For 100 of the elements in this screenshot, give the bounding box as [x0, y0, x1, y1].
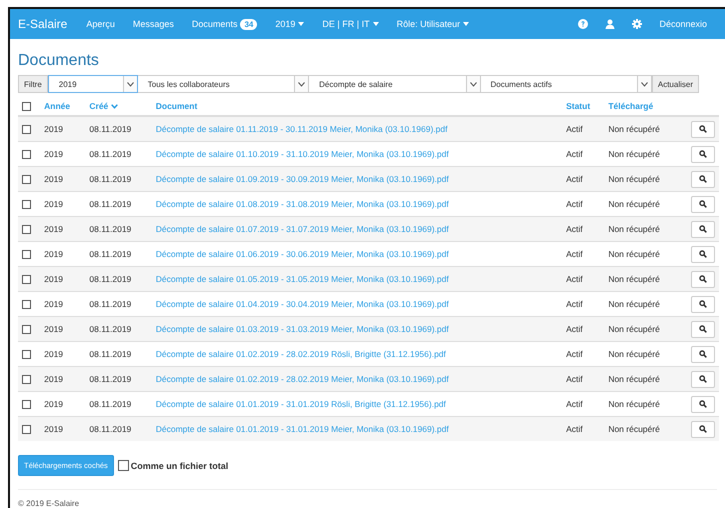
search-icon: [699, 400, 707, 408]
row-checkbox[interactable]: [22, 400, 31, 410]
row-checkbox[interactable]: [22, 150, 31, 160]
preview-button[interactable]: [691, 120, 715, 138]
document-link[interactable]: Décompte de salaire 01.10.2019 - 31.10.2019 Meier, Monika (03.10.1969).pdf: [156, 149, 449, 159]
table-cell: 2019: [44, 399, 64, 409]
column-header[interactable]: Statut: [566, 101, 590, 111]
brand-link[interactable]: E-Salaire: [18, 17, 68, 31]
nav-link[interactable]: Documents: [192, 19, 238, 29]
table-cell: 2019: [44, 199, 64, 209]
row-checkbox[interactable]: [22, 175, 31, 184]
document-link[interactable]: Décompte de salaire 01.04.2019 - 30.04.2019 Meier, Monika (03.10.1969).pdf: [156, 299, 449, 309]
filter-select[interactable]: 2019: [48, 75, 138, 93]
count-badge: 34: [240, 18, 258, 30]
table-cell: Actif: [566, 174, 583, 184]
user-icon[interactable]: [605, 19, 616, 29]
table-cell: 2019: [44, 349, 64, 359]
column-header[interactable]: Créé: [89, 101, 108, 111]
nav-dropdown[interactable]: 2019: [275, 19, 296, 29]
table-cell: Actif: [566, 349, 583, 359]
preview-button[interactable]: [691, 246, 715, 262]
chevron-down-icon: [126, 82, 134, 86]
preview-button[interactable]: [691, 396, 715, 412]
preview-button[interactable]: [691, 196, 715, 212]
table-cell: 08.11.2019: [89, 399, 132, 409]
table-cell: Actif: [566, 424, 583, 434]
caret-icon: [298, 22, 304, 26]
table-cell: Non récupéré: [608, 124, 660, 134]
filter-select[interactable]: Documents actifs: [480, 75, 652, 93]
preview-button[interactable]: [691, 320, 715, 338]
document-link[interactable]: Décompte de salaire 01.05.2019 - 31.05.2019 Meier, Monika (03.10.1969).pdf: [156, 274, 449, 284]
copyright-text: © 2019 E-Salaire: [18, 499, 80, 508]
row-checkbox[interactable]: [22, 425, 31, 434]
checkbox[interactable]: [118, 460, 129, 471]
table-cell: 2019: [44, 424, 64, 434]
preview-button[interactable]: [691, 420, 715, 438]
document-link[interactable]: Décompte de salaire 01.11.2019 - 30.11.2019 Meier, Monika (03.10.1969).pdf: [156, 124, 448, 134]
table-cell: 2019: [44, 274, 64, 284]
table-cell: Actif: [566, 224, 583, 234]
nav-dropdown[interactable]: DE | FR | IT: [322, 19, 370, 29]
table-cell: Actif: [566, 324, 583, 334]
row-checkbox[interactable]: [22, 200, 31, 210]
search-icon: [699, 350, 707, 358]
select-all-checkbox[interactable]: [22, 102, 31, 112]
nav-link[interactable]: Messages: [132, 19, 174, 29]
table-cell: 08.11.2019: [89, 149, 132, 159]
logout-link[interactable]: Déconnexio: [659, 19, 707, 29]
document-link[interactable]: Décompte de salaire 01.09.2019 - 30.09.2019 Meier, Monika (03.10.1969).pdf: [156, 174, 449, 184]
preview-button[interactable]: [691, 270, 715, 288]
row-checkbox[interactable]: [22, 275, 31, 284]
table-cell: Actif: [566, 399, 583, 409]
preview-button[interactable]: [691, 170, 715, 188]
row-checkbox[interactable]: [22, 375, 31, 384]
document-link[interactable]: Décompte de salaire 01.06.2019 - 30.06.2019 Meier, Monika (03.10.1969).pdf: [156, 249, 449, 259]
table-cell: Non récupéré: [608, 274, 660, 284]
nav-dropdown[interactable]: Rôle: Utilisateur: [396, 19, 460, 29]
filter-label: Filtre: [18, 75, 48, 93]
table-cell: Non récupéré: [608, 349, 660, 359]
search-icon: [699, 300, 707, 308]
document-link[interactable]: Décompte de salaire 01.01.2019 - 31.01.2019 Rösli, Brigitte (31.12.1956).pdf: [156, 399, 446, 409]
table-cell: 08.11.2019: [89, 299, 132, 309]
document-link[interactable]: Décompte de salaire 01.01.2019 - 31.01.2019 Meier, Monika (03.10.1969).pdf: [156, 424, 449, 434]
document-link[interactable]: Décompte de salaire 01.08.2019 - 31.08.2019 Meier, Monika (03.10.1969).pdf: [156, 199, 449, 209]
document-link[interactable]: Décompte de salaire 01.03.2019 - 31.03.2019 Meier, Monika (03.10.1969).pdf: [156, 324, 449, 334]
document-link[interactable]: Décompte de salaire 01.02.2019 - 28.02.2019 Meier, Monika (03.10.1969).pdf: [156, 374, 449, 384]
search-icon: [699, 150, 707, 158]
search-icon: [699, 375, 707, 383]
table-cell: Actif: [566, 374, 583, 384]
column-header[interactable]: Téléchargé: [608, 101, 654, 111]
table-cell: 08.11.2019: [89, 249, 132, 259]
preview-button[interactable]: [691, 220, 715, 238]
row-checkbox[interactable]: [22, 300, 31, 310]
preview-button[interactable]: [691, 296, 715, 312]
search-icon: [699, 200, 707, 208]
filter-select[interactable]: Décompte de salaire: [309, 75, 480, 93]
caret-icon: [372, 22, 379, 26]
document-link[interactable]: Décompte de salaire 01.07.2019 - 31.07.2019 Meier, Monika (03.10.1969).pdf: [156, 224, 449, 234]
row-checkbox[interactable]: [22, 350, 31, 360]
nav-link[interactable]: Aperçu: [86, 19, 115, 29]
column-header[interactable]: Document: [156, 101, 198, 111]
filter-select[interactable]: Tous les collaborateurs: [138, 75, 310, 93]
table-cell: 2019: [44, 149, 64, 159]
preview-button[interactable]: [691, 346, 715, 362]
search-icon: [699, 225, 707, 233]
table-cell: 2019: [44, 374, 64, 384]
document-link[interactable]: Décompte de salaire 01.02.2019 - 28.02.2019 Rösli, Brigitte (31.12.1956).pdf: [156, 349, 446, 359]
table-cell: Non récupéré: [608, 424, 660, 434]
help-icon[interactable]: [578, 19, 588, 29]
settings-icon[interactable]: [632, 19, 642, 29]
preview-button[interactable]: [691, 370, 715, 388]
row-checkbox[interactable]: [22, 125, 31, 134]
column-header[interactable]: Année: [44, 101, 70, 111]
row-checkbox[interactable]: [22, 325, 31, 334]
row-checkbox[interactable]: [22, 250, 31, 260]
refresh-button[interactable]: Actualiser: [652, 75, 699, 93]
chevron-down-icon: [111, 104, 118, 108]
checkbox-label: Comme un fichier total: [130, 460, 228, 470]
preview-button[interactable]: [691, 146, 715, 162]
row-checkbox[interactable]: [22, 225, 31, 234]
search-icon: [699, 425, 707, 433]
